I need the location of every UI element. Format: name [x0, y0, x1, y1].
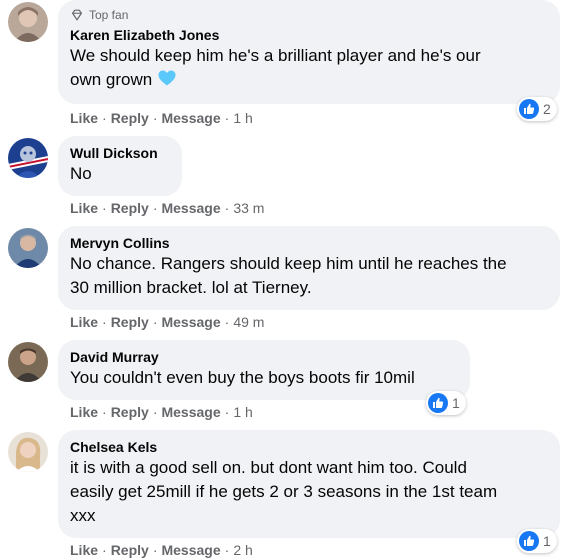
- author-name[interactable]: Karen Elizabeth Jones: [70, 26, 548, 44]
- reply-link[interactable]: Reply: [111, 314, 149, 330]
- timestamp[interactable]: 33 m: [233, 200, 264, 216]
- like-link[interactable]: Like: [70, 110, 98, 126]
- reaction-count-label: 2: [543, 101, 551, 117]
- comment-text: You couldn't even buy the boys boots fir…: [70, 368, 415, 387]
- comment-text: We should keep him he's a brilliant play…: [70, 44, 548, 92]
- like-link[interactable]: Like: [70, 404, 98, 420]
- avatar[interactable]: [8, 138, 48, 178]
- comment-actions: Like · Reply · Message · 33 m: [70, 200, 264, 216]
- comment-actions: Like · Reply · Message · 49 m: [70, 314, 264, 330]
- like-icon: [519, 531, 539, 551]
- avatar[interactable]: [8, 228, 48, 268]
- separator: ·: [152, 404, 158, 420]
- separator: ·: [224, 314, 230, 330]
- comment-bubble: Chelsea Kels it is with a good sell on. …: [58, 430, 560, 538]
- avatar[interactable]: [8, 432, 48, 472]
- author-name[interactable]: Chelsea Kels: [70, 438, 548, 456]
- reply-link[interactable]: Reply: [111, 542, 149, 558]
- comment-text: No: [70, 164, 92, 183]
- message-link[interactable]: Message: [161, 200, 220, 216]
- separator: ·: [102, 542, 107, 558]
- separator: ·: [224, 542, 230, 558]
- comment-text-line: easily get 25mill if he gets 2 or 3 seas…: [70, 482, 498, 501]
- message-link[interactable]: Message: [161, 314, 220, 330]
- reply-link[interactable]: Reply: [111, 200, 149, 216]
- timestamp[interactable]: 2 h: [233, 542, 252, 558]
- comment-text: it is with a good sell on. but dont want…: [70, 456, 548, 528]
- comment-text: No chance. Rangers should keep him until…: [70, 252, 548, 300]
- timestamp[interactable]: 1 h: [233, 110, 252, 126]
- reaction-count[interactable]: 1: [517, 529, 557, 553]
- avatar[interactable]: [8, 2, 48, 42]
- separator: ·: [152, 200, 158, 216]
- message-link[interactable]: Message: [161, 542, 220, 558]
- reaction-count-label: 1: [452, 395, 460, 411]
- like-link[interactable]: Like: [70, 542, 98, 558]
- comment-actions: Like · Reply · Message · 1 h: [70, 404, 253, 420]
- separator: ·: [224, 200, 230, 216]
- avatar[interactable]: [8, 342, 48, 382]
- reaction-count[interactable]: 1: [426, 391, 466, 415]
- reply-link[interactable]: Reply: [111, 404, 149, 420]
- comment-text-line: it is with a good sell on. but dont want…: [70, 458, 467, 477]
- comment-text-line: xxx: [70, 506, 96, 525]
- like-link[interactable]: Like: [70, 314, 98, 330]
- like-icon: [519, 99, 539, 119]
- separator: ·: [102, 110, 107, 126]
- message-link[interactable]: Message: [161, 110, 220, 126]
- comment-actions: Like · Reply · Message · 2 h: [70, 542, 253, 558]
- comment-bubble: Wull Dickson No: [58, 136, 182, 196]
- comment-text-line: No chance. Rangers should keep him until…: [70, 254, 507, 273]
- separator: ·: [152, 314, 158, 330]
- timestamp[interactable]: 49 m: [233, 314, 264, 330]
- comment-text-line: own grown: [70, 68, 548, 92]
- separator: ·: [224, 110, 230, 126]
- message-link[interactable]: Message: [161, 404, 220, 420]
- comment-text-line: 30 million bracket. lol at Tierney.: [70, 278, 312, 297]
- reaction-count[interactable]: 2: [517, 97, 557, 121]
- like-icon: [428, 393, 448, 413]
- timestamp[interactable]: 1 h: [233, 404, 252, 420]
- diamond-icon: [72, 9, 82, 21]
- blue-heart-icon: [158, 70, 176, 86]
- comment-bubble: Top fan Karen Elizabeth Jones We should …: [58, 0, 560, 104]
- like-link[interactable]: Like: [70, 200, 98, 216]
- top-fan-badge[interactable]: Top fan: [70, 8, 548, 22]
- author-name[interactable]: Mervyn Collins: [70, 234, 548, 252]
- separator: ·: [102, 314, 107, 330]
- author-name[interactable]: David Murray: [70, 348, 458, 366]
- comment-actions: Like · Reply · Message · 1 h: [70, 110, 253, 126]
- separator: ·: [102, 404, 107, 420]
- comment-bubble: Mervyn Collins No chance. Rangers should…: [58, 226, 560, 310]
- badge-label: Top fan: [89, 8, 129, 22]
- separator: ·: [224, 404, 230, 420]
- reply-link[interactable]: Reply: [111, 110, 149, 126]
- author-name[interactable]: Wull Dickson: [70, 144, 170, 162]
- reaction-count-label: 1: [543, 533, 551, 549]
- comment-bubble: David Murray You couldn't even buy the b…: [58, 340, 470, 400]
- separator: ·: [152, 542, 158, 558]
- separator: ·: [152, 110, 158, 126]
- comment-text-line: We should keep him he's a brilliant play…: [70, 46, 481, 65]
- separator: ·: [102, 200, 107, 216]
